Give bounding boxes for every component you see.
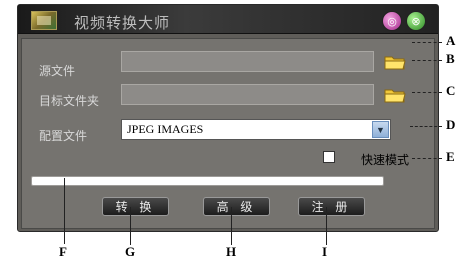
source-file-label: 源文件 xyxy=(39,64,76,78)
config-select[interactable]: JPEG IMAGES ▼ xyxy=(121,119,391,140)
minimize-icon: ◎ xyxy=(387,14,397,28)
close-button[interactable]: ⊗ xyxy=(406,11,426,31)
fast-mode-label: 快速模式 xyxy=(361,153,410,167)
callout-f: F xyxy=(59,244,67,259)
main-panel: 源文件 目标文件夹 配置文件 JPEG IMAGES ▼ 快速模式 转 换 高 … xyxy=(21,38,435,229)
callout-e: E xyxy=(446,149,455,164)
window-title: 视频转换大师 xyxy=(74,14,171,32)
callout-a: A xyxy=(446,33,456,48)
callout-d: D xyxy=(446,117,456,132)
callout-line-g xyxy=(130,207,131,245)
source-file-input[interactable] xyxy=(121,51,374,72)
target-folder-label: 目标文件夹 xyxy=(39,94,100,108)
target-folder-input[interactable] xyxy=(121,84,374,105)
callout-line-f xyxy=(64,178,65,244)
callout-g: G xyxy=(125,244,136,259)
config-select-value: JPEG IMAGES xyxy=(127,122,204,136)
title-bar[interactable]: 视频转换大师 ◎ ⊗ xyxy=(18,5,438,34)
callout-c: C xyxy=(446,83,456,98)
callout-line-c xyxy=(412,92,442,93)
callout-i: I xyxy=(322,244,328,259)
main-window: 视频转换大师 ◎ ⊗ 源文件 目标文件夹 配置文件 JPEG IMAGES ▼ … xyxy=(17,4,439,232)
callout-line-e xyxy=(412,158,442,159)
minimize-button[interactable]: ◎ xyxy=(382,11,402,31)
fast-mode-checkbox[interactable] xyxy=(323,151,335,163)
app-icon xyxy=(31,11,57,30)
target-folder-icon[interactable] xyxy=(384,87,406,103)
progress-bar xyxy=(31,176,384,186)
callout-h: H xyxy=(226,244,237,259)
callout-line-a xyxy=(412,42,442,43)
callout-line-i xyxy=(326,207,327,245)
config-file-label: 配置文件 xyxy=(39,129,88,143)
callout-line-h xyxy=(231,207,232,245)
callout-line-d xyxy=(410,126,442,127)
callout-b: B xyxy=(446,51,455,66)
callout-line-b xyxy=(412,60,442,61)
convert-button[interactable]: 转 换 xyxy=(102,197,169,216)
chevron-down-icon[interactable]: ▼ xyxy=(372,121,389,138)
source-folder-icon[interactable] xyxy=(384,54,406,70)
advanced-button[interactable]: 高 级 xyxy=(203,197,270,216)
close-icon: ⊗ xyxy=(411,14,421,28)
register-button[interactable]: 注 册 xyxy=(298,197,365,216)
